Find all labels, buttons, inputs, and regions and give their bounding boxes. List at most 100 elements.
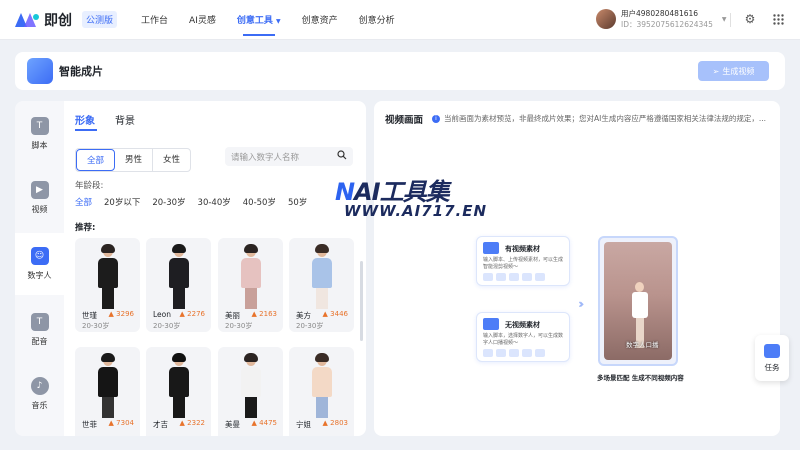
option-steps xyxy=(483,273,545,281)
avatar-name: 世菲 xyxy=(82,420,97,429)
search-placeholder: 请输入数字人名称 xyxy=(231,152,300,163)
preview-scene: 数字人口播 xyxy=(604,242,672,360)
recommend-label: 推荐: xyxy=(75,223,96,233)
sidebar-item-music[interactable]: ♪ 音乐 xyxy=(15,363,64,425)
gender-male[interactable]: 男性 xyxy=(115,149,154,171)
page-title: 智能成片 xyxy=(59,65,103,78)
chevron-right-icon: ››› xyxy=(578,297,585,311)
avatar-age: 20-30岁 xyxy=(82,322,110,330)
popularity: ▲ 2276 xyxy=(180,310,205,318)
avatar-figure xyxy=(167,244,191,310)
avatar-card[interactable]: 世瑾 ▲ 3296 20-30岁 xyxy=(75,238,140,332)
popularity-count: 2276 xyxy=(187,310,205,318)
popularity-count: 2803 xyxy=(330,419,348,427)
age-option[interactable]: 30-40岁 xyxy=(198,196,231,208)
nav-item-ai-inspiration[interactable]: AI灵感 xyxy=(189,13,216,26)
info-icon: i xyxy=(432,114,440,123)
popularity-count: 2163 xyxy=(259,310,277,318)
fire-icon: ▲ xyxy=(322,419,328,427)
nav-item-workbench[interactable]: 工作台 xyxy=(141,13,168,26)
chevron-down-icon: ▼ xyxy=(721,15,727,23)
popularity: ▲ 2322 xyxy=(180,419,205,427)
popularity-count: 3446 xyxy=(330,310,348,318)
nav-item-creative-analysis[interactable]: 创意分析 xyxy=(359,13,395,26)
search-input[interactable]: 请输入数字人名称 xyxy=(225,147,353,166)
preview-note-text: 当前画面为素材预览，非最终成片效果；您对AI生成内容应严格遵循国家相关法律法规的… xyxy=(444,114,766,123)
page-header: 智能成片 ➢ 生成视频 xyxy=(15,52,785,90)
sidebar-item-label: 数字人 xyxy=(27,271,52,280)
sidebar-item-voice[interactable]: T 配音 xyxy=(15,299,64,361)
avatar-figure xyxy=(310,353,334,419)
fire-icon: ▲ xyxy=(251,419,257,427)
top-icons: ⚙ xyxy=(742,11,786,27)
fire-icon: ▲ xyxy=(251,310,257,318)
brand-name: 即创 xyxy=(44,12,72,29)
music-icon: ♪ xyxy=(30,377,49,395)
sidebar-item-label: 脚本 xyxy=(31,141,48,150)
avatar-card[interactable]: Leon ▲ 2276 20-30岁 xyxy=(146,238,211,332)
age-option[interactable]: 全部 xyxy=(75,196,92,208)
logo[interactable]: 即创 公测版 xyxy=(14,10,118,30)
sidebar-item-label: 配音 xyxy=(31,337,48,346)
avatar-figure xyxy=(167,353,191,419)
avatar-figure xyxy=(310,244,334,310)
generate-video-button[interactable]: ➢ 生成视频 xyxy=(698,61,769,81)
avatar-card[interactable]: 美曼 ▲ 4475 xyxy=(218,347,283,436)
task-button[interactable]: 任务 xyxy=(755,335,789,381)
popularity-count: 3296 xyxy=(116,310,134,318)
nav-item-creative-tools[interactable]: 创意工具 ▼ xyxy=(237,13,281,36)
option-without-footage: 无视频素材 输入脚本，选择数字人，可以生成数字人口播视频～ xyxy=(476,312,570,362)
age-label: 年龄段: xyxy=(75,181,104,191)
fire-icon: ▲ xyxy=(108,310,114,318)
age-option[interactable]: 50岁 xyxy=(288,196,307,208)
panel-tabs: 形象 背景 xyxy=(75,112,135,127)
tab-figure[interactable]: 形象 xyxy=(75,112,95,127)
avatar-figure xyxy=(96,353,120,419)
video-icon: ▶ xyxy=(30,181,49,199)
gear-icon[interactable]: ⚙ xyxy=(742,11,758,27)
user-id: ID：3952075612624345 xyxy=(621,20,713,29)
apps-grid-icon[interactable] xyxy=(770,11,786,27)
scrollbar[interactable] xyxy=(360,261,363,341)
fire-icon: ▲ xyxy=(179,419,185,427)
gender-all[interactable]: 全部 xyxy=(76,149,116,171)
script-icon: T xyxy=(30,117,49,135)
divider xyxy=(730,13,731,27)
avatar-card[interactable]: 才吉 ▲ 2322 xyxy=(146,347,211,436)
avatar-card[interactable]: 美丽 ▲ 2163 20-30岁 xyxy=(218,238,283,332)
no-video-icon xyxy=(483,318,499,330)
avatar-name: 世瑾 xyxy=(82,311,97,320)
task-label: 任务 xyxy=(764,362,780,372)
avatar-card[interactable]: 美方 ▲ 3446 20-30岁 xyxy=(289,238,354,332)
sidebar-item-script[interactable]: T 脚本 xyxy=(15,103,64,165)
age-option[interactable]: 20-30岁 xyxy=(152,196,185,208)
user-menu[interactable]: 用户4980280481616 ID：3952075612624345 ▼ xyxy=(596,8,726,30)
generate-video-label: 生成视频 xyxy=(722,66,755,76)
age-option[interactable]: 20岁以下 xyxy=(104,196,140,208)
avatar-age: 20-30岁 xyxy=(225,322,253,330)
nav-item-creative-assets[interactable]: 创意资产 xyxy=(302,13,338,26)
brand-logo-icon xyxy=(14,12,40,28)
preview-note: i 当前画面为素材预览，非最终成片效果；您对AI生成内容应严格遵循国家相关法律法规… xyxy=(432,113,772,124)
popularity: ▲ 2163 xyxy=(252,310,277,318)
age-option[interactable]: 40-50岁 xyxy=(243,196,276,208)
tab-background[interactable]: 背景 xyxy=(115,112,135,127)
preview-bottom-caption: 多场景匹配 生成不同视频内容 xyxy=(597,374,684,382)
result-preview: 数字人口播 xyxy=(598,236,678,366)
gender-female[interactable]: 女性 xyxy=(153,149,190,171)
option-desc: 输入脚本、上传视频素材，可以生成智能混剪视频～ xyxy=(483,257,564,270)
option-with-footage: 有视频素材 输入脚本、上传视频素材，可以生成智能混剪视频～ xyxy=(476,236,570,286)
fire-icon: ▲ xyxy=(108,419,114,427)
popularity-count: 4475 xyxy=(259,419,277,427)
sidebar: T 脚本 ▶ 视频 ☺ 数字人 T 配音 ♪ 音乐 xyxy=(15,101,64,436)
sidebar-item-digital-human[interactable]: ☺ 数字人 xyxy=(15,233,64,295)
option-steps xyxy=(483,349,545,357)
avatar-age: 20-30岁 xyxy=(296,322,324,330)
avatar-card[interactable]: 宁姐 ▲ 2803 xyxy=(289,347,354,436)
avatar-name: Leon xyxy=(153,310,172,319)
avatar-icon: ☺ xyxy=(30,247,49,265)
search-icon[interactable] xyxy=(337,150,347,163)
sidebar-item-video[interactable]: ▶ 视频 xyxy=(15,167,64,229)
avatar-card[interactable]: 世菲 ▲ 7304 xyxy=(75,347,140,436)
send-icon: ➢ xyxy=(712,66,720,76)
